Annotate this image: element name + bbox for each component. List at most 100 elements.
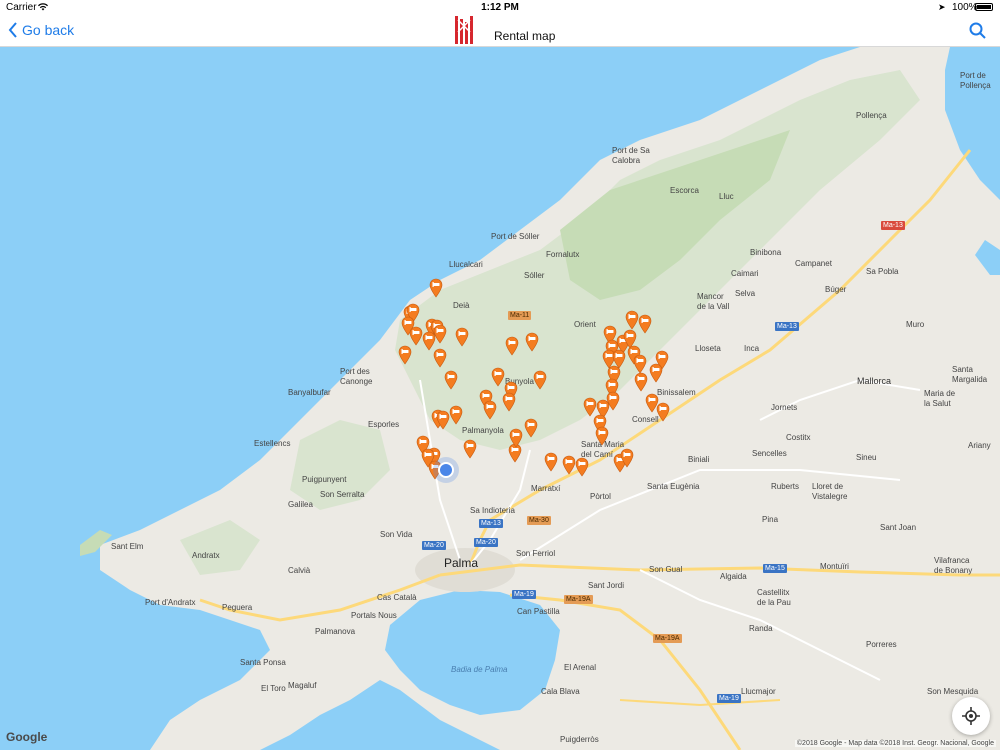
rental-pin[interactable] <box>638 314 652 334</box>
place-label: Can Pastilla <box>517 607 560 616</box>
place-label: Orient <box>574 320 596 329</box>
place-label: Portals Nous <box>351 611 397 620</box>
rental-pin[interactable] <box>633 354 647 374</box>
rental-pin[interactable] <box>505 336 519 356</box>
place-label: Santa Ponsa <box>240 658 286 667</box>
rental-pin[interactable] <box>444 370 458 390</box>
road-shield: Ma-19 <box>512 590 536 599</box>
place-label: Lluc <box>719 192 734 201</box>
rental-pin[interactable] <box>562 455 576 475</box>
place-label: Sencelles <box>752 449 787 458</box>
place-label: Llucmajor <box>741 687 776 696</box>
rental-pin[interactable] <box>409 326 423 346</box>
place-label: Galilea <box>288 500 313 509</box>
rental-pin[interactable] <box>436 410 450 430</box>
place-label: Porreres <box>866 640 897 649</box>
rental-pin[interactable] <box>606 391 620 411</box>
place-label: Puigpunyent <box>302 475 347 484</box>
rental-pin[interactable] <box>649 363 663 383</box>
rental-pin[interactable] <box>634 372 648 392</box>
rental-pin[interactable] <box>544 452 558 472</box>
rental-pin[interactable] <box>625 310 639 330</box>
go-back-button[interactable]: Go back <box>8 22 74 38</box>
place-label: Sóller <box>524 271 545 280</box>
road-shield: Ma-20 <box>474 538 498 547</box>
place-label: Algaida <box>720 572 747 581</box>
rental-pin[interactable] <box>524 418 538 438</box>
place-label: Cas Català <box>377 593 417 602</box>
rental-pin[interactable] <box>656 402 670 422</box>
map-attribution: ©2018 Google - Map data ©2018 Inst. Geog… <box>794 740 996 747</box>
place-label: El Arenal <box>564 663 597 672</box>
rental-pin[interactable] <box>463 439 477 459</box>
rental-pin[interactable] <box>509 428 523 448</box>
rental-pin[interactable] <box>433 348 447 368</box>
go-back-label: Go back <box>22 22 75 38</box>
place-label: Port des Canonge <box>340 367 373 386</box>
place-label: Montuïri <box>820 562 849 571</box>
place-label: Binibona <box>750 248 782 257</box>
place-label: Badia de Palma <box>451 665 508 674</box>
clock: 1:12 PM <box>481 2 519 13</box>
place-label: Sant Jordi <box>588 581 625 590</box>
map-basemap <box>80 47 1000 750</box>
road-shield: Ma-15 <box>763 564 787 573</box>
place-label: Ariany <box>968 441 991 450</box>
place-label: Muro <box>906 320 925 329</box>
place-label: Palma <box>444 556 479 570</box>
place-label: Sant Joan <box>880 523 917 532</box>
rental-pin[interactable] <box>575 457 589 477</box>
rental-pin[interactable] <box>491 367 505 387</box>
place-label: Escorca <box>670 186 699 195</box>
place-label: Son Vida <box>380 530 413 539</box>
search-icon[interactable] <box>968 21 988 41</box>
place-label: Calvià <box>288 566 311 575</box>
rental-pin[interactable] <box>455 327 469 347</box>
rental-map[interactable]: Port de Pollença Pollença Port de Sa Cal… <box>0 47 1000 750</box>
place-label: Banyalbufar <box>288 388 331 397</box>
rental-pin[interactable] <box>429 278 443 298</box>
place-label: Caimari <box>731 269 759 278</box>
battery-percent: 100% <box>952 2 978 13</box>
place-label: Sineu <box>856 453 877 462</box>
rental-pin[interactable] <box>483 400 497 420</box>
place-label: Sant Elm <box>111 542 144 551</box>
google-logo: Google <box>6 730 48 744</box>
place-label: Pina <box>762 515 779 524</box>
place-label: Estellencs <box>254 439 291 448</box>
current-location-dot <box>438 462 454 478</box>
rental-pin[interactable] <box>502 392 516 412</box>
page-title: Rental map <box>494 29 556 43</box>
road-shield: Ma-19A <box>564 595 593 604</box>
road-shield: Ma-19A <box>653 634 682 643</box>
place-label: Peguera <box>222 603 253 612</box>
place-label: Port de Sa Calobra <box>612 146 650 165</box>
place-label: Selva <box>735 289 756 298</box>
location-arrow-icon: ➤ <box>938 2 946 12</box>
my-location-button[interactable] <box>952 697 990 735</box>
government-logo <box>455 16 473 44</box>
rental-pin[interactable] <box>620 448 634 468</box>
place-label: Ruberts <box>771 482 800 491</box>
place-label: Palmanyola <box>462 426 504 435</box>
place-label: Campanet <box>795 259 832 268</box>
rental-pin[interactable] <box>398 345 412 365</box>
place-label: Consell <box>632 415 659 424</box>
rental-pin[interactable] <box>595 426 609 446</box>
road-shield: Ma-30 <box>527 516 551 525</box>
place-label: Lloret de Vistalegre <box>812 482 848 501</box>
chevron-left-icon <box>8 22 17 38</box>
rental-pin[interactable] <box>449 405 463 425</box>
battery-icon <box>975 3 993 11</box>
place-label: Son Mesquida <box>927 687 979 696</box>
place-label: Esporles <box>368 420 400 429</box>
place-label: Vilafranca de Bonany <box>934 556 973 575</box>
place-label: Son Ferriol <box>516 549 556 558</box>
rental-pin[interactable] <box>525 332 539 352</box>
rental-pin[interactable] <box>533 370 547 390</box>
road-shield: Ma-11 <box>508 311 532 320</box>
status-bar: Carrier 1:12 PM ➤ 100% <box>0 0 1000 16</box>
place-label: Llucalcari <box>449 260 483 269</box>
road-shield: Ma-13 <box>775 322 799 331</box>
crosshair-icon <box>962 707 980 725</box>
